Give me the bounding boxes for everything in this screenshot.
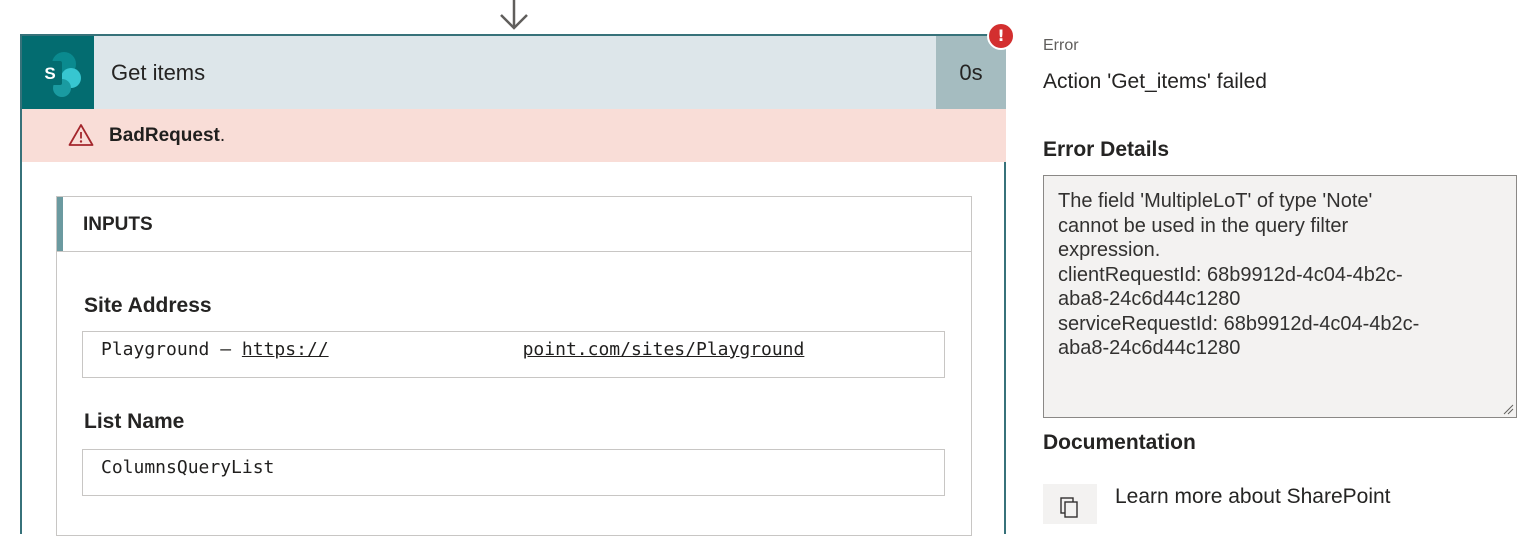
get-items-action-card[interactable]: S Get items 0s BadRequest. INPUTS Site A… — [20, 34, 1006, 536]
warning-icon — [68, 124, 94, 146]
details-panel: Error Action 'Get_items' failed Error De… — [1016, 0, 1536, 524]
inputs-accent-bar — [57, 197, 63, 251]
arrow-down-icon — [500, 0, 528, 30]
site-address-label: Site Address — [84, 294, 212, 317]
error-details-line: serviceRequestId: 68b9912d-4c04-4b2c- — [1058, 312, 1420, 335]
error-details-line: cannot be used in the query filter — [1058, 214, 1349, 237]
inputs-header[interactable]: INPUTS — [57, 197, 971, 252]
list-name-label: List Name — [84, 410, 185, 433]
list-name-value: ColumnsQueryList — [101, 457, 275, 478]
sharepoint-icon: S — [22, 36, 94, 109]
error-details-heading: Error Details — [1043, 138, 1170, 161]
error-banner-code: BadRequest — [109, 125, 220, 146]
site-address-field[interactable]: Playground – https:// point.com/sites/Pla… — [82, 331, 945, 378]
error-details-line: clientRequestId: 68b9912d-4c04-4b2c- — [1058, 263, 1403, 286]
error-details-line: The field 'MultipleLoT' of type 'Note' — [1058, 190, 1373, 212]
list-name-field[interactable]: ColumnsQueryList — [82, 449, 945, 496]
inputs-title: INPUTS — [83, 214, 153, 235]
site-address-value: Playground – https:// point.com/sites/Pla… — [101, 339, 804, 361]
error-message: Action 'Get_items' failed — [1043, 70, 1267, 93]
sharepoint-icon-letter: S — [44, 64, 55, 83]
action-title: Get items — [111, 60, 206, 85]
documentation-icon — [1043, 484, 1097, 524]
error-details-line: aba8-24c6d44c1280 — [1058, 337, 1241, 359]
site-address-link-start[interactable]: https:// — [242, 339, 329, 360]
error-badge: ! — [987, 22, 1015, 50]
error-banner-suffix: . — [219, 125, 226, 146]
error-details-line: aba8-24c6d44c1280 — [1058, 288, 1241, 310]
error-details-textarea[interactable]: The field 'MultipleLoT' of type 'Note' c… — [1043, 175, 1517, 418]
error-label: Error — [1043, 37, 1079, 54]
documentation-link[interactable]: Learn more about SharePoint — [1115, 485, 1391, 509]
action-card-header[interactable]: S Get items 0s — [22, 36, 1006, 109]
error-banner-text: BadRequest. — [109, 109, 225, 162]
inputs-panel: INPUTS Site Address Playground – https:/… — [56, 196, 972, 536]
site-address-prefix: Playground – — [101, 339, 242, 360]
resize-grip-icon[interactable] — [1502, 403, 1514, 415]
documentation-heading: Documentation — [1043, 431, 1196, 454]
site-address-link-end[interactable]: point.com/sites/Playground — [523, 339, 805, 360]
error-details-line: expression. — [1058, 239, 1161, 261]
flow-canvas: S Get items 0s BadRequest. INPUTS Site A… — [0, 0, 1016, 536]
redaction-block — [328, 339, 523, 361]
error-banner: BadRequest. — [22, 109, 1006, 162]
